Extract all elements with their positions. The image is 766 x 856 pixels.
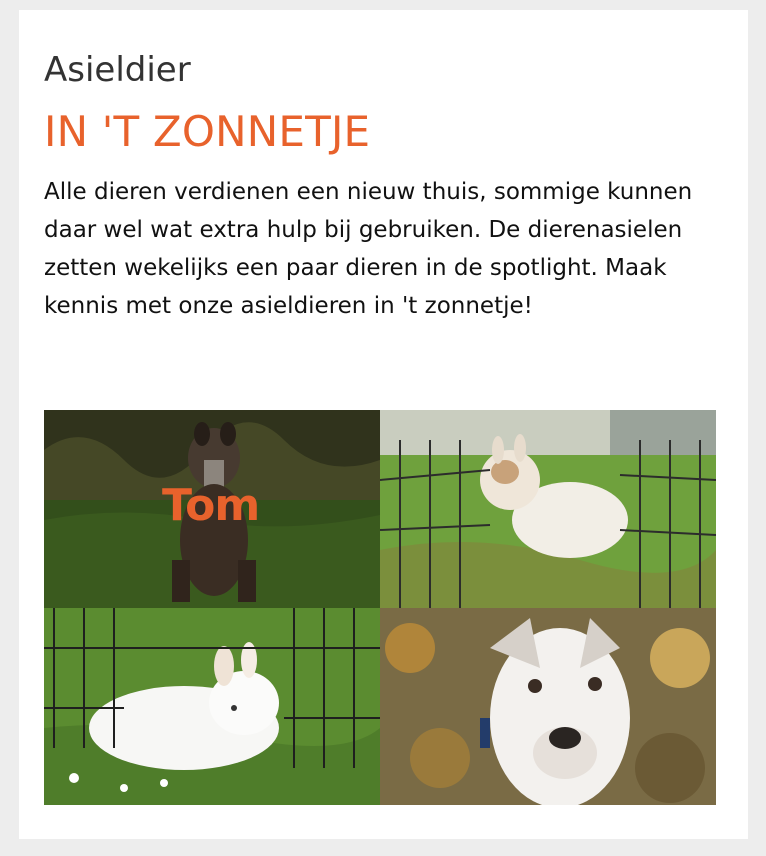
rabbit-photo <box>380 410 716 608</box>
dog-photo <box>380 608 716 805</box>
asieldier-card: Asieldier IN 'T ZONNETJE Alle dieren ver… <box>19 10 748 839</box>
animal-tile-rabbit-1[interactable] <box>380 410 716 608</box>
animal-tile-dog-2[interactable] <box>380 608 716 805</box>
section-kicker: Asieldier <box>44 50 191 90</box>
animal-tile-tom[interactable]: Tom <box>44 410 380 608</box>
section-title: IN 'T ZONNETJE <box>44 107 371 156</box>
heart-icon[interactable] <box>308 444 380 608</box>
animal-name: Tom <box>162 480 260 531</box>
animal-grid: Tom <box>44 410 716 805</box>
rabbit-photo <box>44 608 380 805</box>
animal-tile-rabbit-2[interactable] <box>44 608 380 805</box>
intro-text: Alle dieren verdienen een nieuw thuis, s… <box>44 179 693 319</box>
